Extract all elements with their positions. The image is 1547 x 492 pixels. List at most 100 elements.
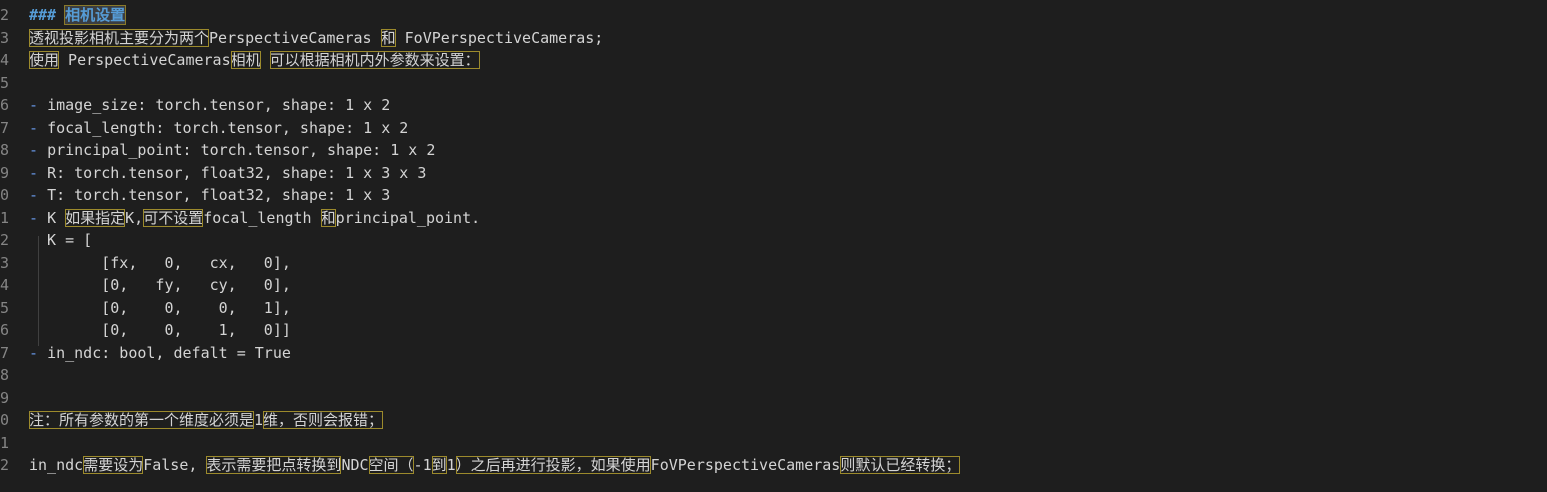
highlighted-text: 和 (380, 28, 396, 47)
code-line[interactable]: 9- R: torch.tensor, float32, shape: 1 x … (0, 162, 1547, 185)
line-number: 3 (0, 28, 10, 47)
code-text: K (47, 208, 66, 227)
line-number: 9 (0, 388, 10, 407)
code-text: K = [ (29, 231, 93, 249)
highlighted-text: 可以根据相机内外参数来设置： (269, 51, 480, 69)
code-text: [0, 0, 0, 1], (29, 298, 291, 317)
line-text: - image_size: torch.tensor, shape: 1 x 2 (29, 94, 390, 117)
code-line[interactable]: 2 K = [ (0, 229, 1547, 252)
line-number: 3 (0, 253, 10, 272)
line-text: [0, fy, cy, 0], (29, 274, 291, 297)
line-number: 8 (0, 141, 10, 159)
line-text: ### 相机设置 (29, 4, 127, 27)
list-bullet: - (29, 186, 48, 204)
highlighted-text: 则默认已经转换； (840, 456, 961, 474)
code-text: T: torch.tensor, float32, shape: 1 x 3 (47, 186, 391, 204)
code-line[interactable]: 5 [0, 0, 0, 1], (0, 297, 1547, 320)
line-text: [0, 0, 0, 1], (29, 297, 291, 320)
code-line[interactable]: 3 透视投影相机主要分为两个PerspectiveCameras 和 FoVPer… (0, 27, 1547, 50)
code-text: PerspectiveCameras (59, 51, 231, 69)
line-number: 0 (0, 411, 10, 429)
code-text: 1 (446, 456, 456, 474)
code-text: [fx, 0, cx, 0], (29, 253, 291, 272)
line-number: 7 (0, 118, 10, 137)
code-line[interactable]: 0 注：所有参数的第一个维度必须是1维，否则会报错； (0, 409, 1547, 432)
code-line[interactable]: 6 [0, 0, 1, 0]] (0, 319, 1547, 342)
code-text: principal_point. (335, 208, 481, 227)
line-number: 6 (0, 96, 10, 114)
code-editor[interactable]: 2 ### 相机设置 3 透视投影相机主要分为两个PerspectiveCameras… (0, 0, 1547, 492)
code-text: R: torch.tensor, float32, shape: 1 x 3 x… (47, 163, 427, 182)
code-text: [0, 0, 1, 0]] (29, 321, 291, 339)
line-number: 5 (0, 298, 10, 317)
line-number: 2 (0, 6, 10, 24)
line-number: 2 (0, 231, 10, 249)
code-line[interactable]: 6 - image_size: torch.tensor, shape: 1 x … (0, 94, 1547, 117)
line-number: 6 (0, 321, 10, 339)
code-text: [0, fy, cy, 0], (29, 276, 291, 294)
code-text: -1 (413, 456, 432, 474)
line-number: 4 (0, 51, 10, 69)
list-bullet: - (29, 343, 48, 362)
list-bullet: - (29, 163, 48, 182)
highlighted-text: 到 (431, 456, 447, 474)
list-bullet: - (29, 118, 48, 137)
line-number: 9 (0, 163, 10, 182)
code-line[interactable]: 8 (0, 364, 1547, 387)
code-text: principal_point: torch.tensor, shape: 1 … (47, 141, 436, 159)
code-text: ### (29, 6, 66, 24)
code-line[interactable]: 7- focal_length: torch.tensor, shape: 1 … (0, 117, 1547, 140)
line-text: 透视投影相机主要分为两个PerspectiveCameras 和 FoVPers… (29, 27, 603, 50)
code-line[interactable]: 2 in_ndc需要设为False, 表示需要把点转换到NDC空间（-1到1）之后… (0, 454, 1547, 477)
line-number: 0 (0, 186, 10, 204)
code-text: PerspectiveCameras (209, 28, 381, 47)
code-text: focal_length (203, 208, 321, 227)
line-number: 2 (0, 456, 10, 474)
line-text: - R: torch.tensor, float32, shape: 1 x 3… (29, 162, 426, 185)
code-line[interactable]: 9 (0, 387, 1547, 410)
code-text: NDC (341, 456, 369, 474)
line-text: 注：所有参数的第一个维度必须是1维，否则会报错； (29, 409, 384, 432)
highlighted-text: 注：所有参数的第一个维度必须是 (29, 411, 255, 429)
list-bullet: - (29, 141, 48, 159)
code-line[interactable]: 8 - principal_point: torch.tensor, shape:… (0, 139, 1547, 162)
highlighted-text: 和 (320, 208, 336, 227)
code-line[interactable]: 4 使用 PerspectiveCameras相机 可以根据相机内外参数来设置： (0, 49, 1547, 72)
code-text: K, (125, 208, 144, 227)
code-text: in_ndc: bool, defalt = True (47, 343, 291, 362)
code-line[interactable]: 3 [fx, 0, cx, 0], (0, 252, 1547, 275)
highlighted-text: 空间（ (368, 456, 414, 474)
code-line[interactable]: 1 (0, 432, 1547, 455)
highlighted-text: 需要设为 (83, 456, 144, 474)
code-text: focal_length: torch.tensor, shape: 1 x 2 (47, 118, 409, 137)
line-text: - K 如果指定K,可不设置focal_length 和principal_po… (29, 207, 480, 230)
line-number: 8 (0, 366, 10, 384)
code-line[interactable]: 4 [0, fy, cy, 0], (0, 274, 1547, 297)
highlighted-text: 相机设置 (64, 5, 127, 25)
code-line[interactable]: 5 (0, 72, 1547, 95)
highlighted-text: 维，否则会报错； (263, 411, 384, 429)
highlighted-text: 使用 (29, 51, 60, 69)
highlighted-text: 如果指定 (65, 208, 126, 227)
code-text: 1 (254, 411, 264, 429)
code-line[interactable]: 0 - T: torch.tensor, float32, shape: 1 x … (0, 184, 1547, 207)
line-text: - in_ndc: bool, defalt = True (29, 342, 291, 365)
highlighted-text: 表示需要把点转换到 (206, 456, 342, 474)
code-text: False, (143, 456, 207, 474)
code-text: FoVPerspectiveCameras (650, 456, 841, 474)
highlighted-text: 可不设置 (143, 208, 204, 227)
code-line[interactable]: 1 - K 如果指定K,可不设置focal_length 和principal_p… (0, 207, 1547, 230)
line-text: K = [ (29, 229, 92, 252)
line-number: 5 (0, 73, 10, 92)
code-line[interactable]: 7- in_ndc: bool, defalt = True (0, 342, 1547, 365)
line-number: 7 (0, 343, 10, 362)
line-number: 1 (0, 208, 10, 227)
highlighted-text: 透视投影相机主要分为两个 (29, 28, 210, 47)
line-text: in_ndc需要设为False, 表示需要把点转换到NDC空间（-1到1）之后再… (29, 454, 961, 477)
line-text: - principal_point: torch.tensor, shape: … (29, 139, 435, 162)
code-line[interactable]: 2 ### 相机设置 (0, 4, 1547, 27)
code-text: image_size: torch.tensor, shape: 1 x 2 (47, 96, 391, 114)
line-text: - focal_length: torch.tensor, shape: 1 x… (29, 117, 408, 140)
line-number: 4 (0, 276, 10, 294)
